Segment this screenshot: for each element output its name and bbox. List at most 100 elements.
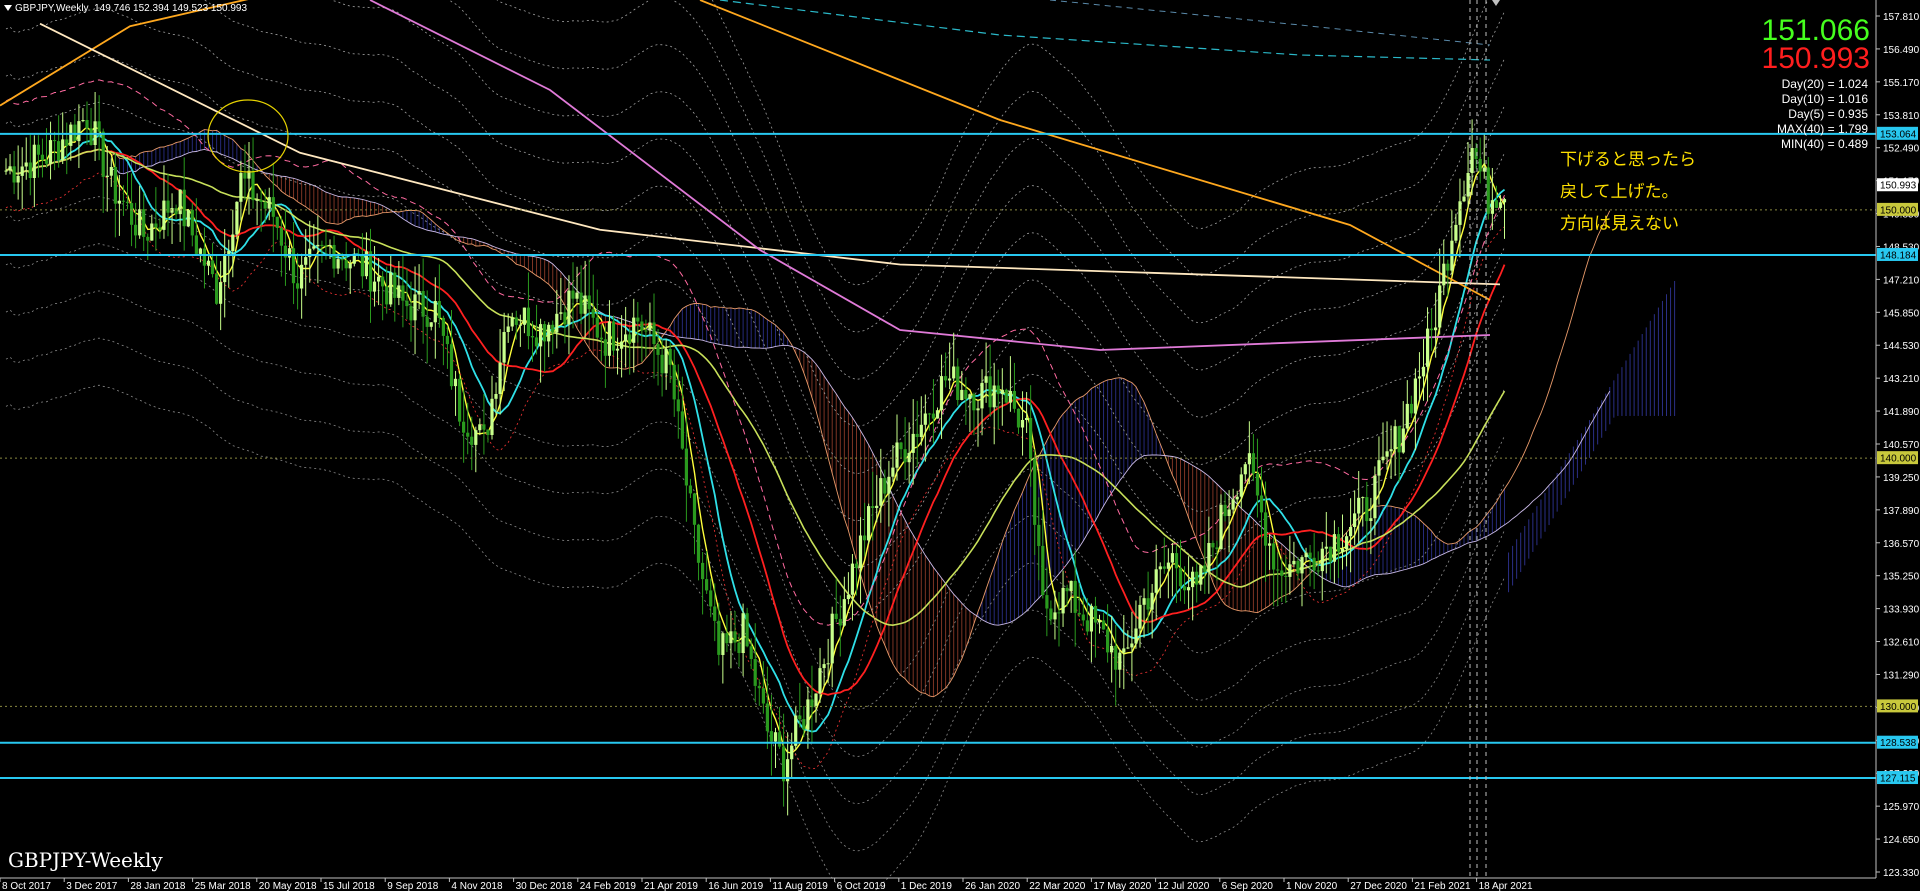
candle-body xyxy=(664,348,668,374)
candle-body xyxy=(798,715,802,720)
candle-body xyxy=(1442,263,1446,286)
candle-body xyxy=(28,162,32,178)
time-axis-label: 22 Mar 2020 xyxy=(1029,881,1086,891)
candle-body xyxy=(506,326,510,332)
candle-body xyxy=(1110,645,1114,653)
candle-body xyxy=(1142,598,1146,605)
candle-body xyxy=(575,292,579,299)
candle-body xyxy=(1401,428,1405,453)
candle-body xyxy=(134,224,138,236)
time-axis-label: 9 Sep 2018 xyxy=(387,881,439,891)
candle-body xyxy=(73,124,77,141)
candle-body xyxy=(97,121,101,132)
candle-body xyxy=(745,613,749,647)
time-axis-label: 24 Feb 2019 xyxy=(580,881,637,891)
candle-body xyxy=(834,613,838,619)
stat-max40: MAX(40) = 1.799 xyxy=(1776,122,1868,136)
candle-body xyxy=(846,594,850,600)
ma-26-dashed-line xyxy=(5,79,1505,626)
candle-body xyxy=(1207,543,1211,572)
candle-body xyxy=(40,154,44,161)
price-axis-label: 153.810 xyxy=(1883,111,1920,122)
time-axis-label: 12 Jul 2020 xyxy=(1158,881,1210,891)
note-line-2: 戻して上げた。 xyxy=(1560,182,1679,202)
candle-body xyxy=(1417,376,1422,379)
candle-body xyxy=(806,699,810,730)
candle-body xyxy=(992,385,996,408)
time-axis-label: 15 Jul 2018 xyxy=(323,881,375,891)
candle-body xyxy=(1195,571,1199,585)
candle-body xyxy=(223,254,227,283)
candle-body xyxy=(121,200,125,202)
candle-body xyxy=(522,307,526,325)
candle-body xyxy=(543,324,547,342)
candle-body xyxy=(1328,546,1332,562)
candle-body xyxy=(680,411,684,449)
candle-body xyxy=(814,693,818,708)
candle-body xyxy=(1345,536,1349,549)
candle-body xyxy=(1227,509,1231,516)
candle-body xyxy=(1025,418,1029,420)
candle-body xyxy=(1438,285,1442,328)
ma-blue-dashed-line xyxy=(1049,0,1491,46)
candle-body xyxy=(526,307,530,337)
candle-body xyxy=(1016,408,1021,428)
price-axis-label: 124.650 xyxy=(1883,835,1920,846)
candle-body xyxy=(1385,451,1389,457)
candle-body xyxy=(372,281,377,292)
candle-body xyxy=(235,201,239,235)
candle-body xyxy=(773,732,778,742)
candle-body xyxy=(170,208,174,213)
candle-body xyxy=(117,200,121,204)
price-axis-label: 157.810 xyxy=(1883,12,1920,23)
price-axis-label: 132.610 xyxy=(1883,638,1920,649)
candle-body xyxy=(757,685,761,689)
note-line-3: 方向は見えない xyxy=(1560,214,1679,234)
candle-body xyxy=(891,467,895,477)
candle-body xyxy=(988,376,992,408)
candle-body xyxy=(644,330,648,332)
candle-body xyxy=(1223,504,1227,517)
candle-body xyxy=(850,563,854,595)
candle-body xyxy=(895,442,899,468)
candle-body xyxy=(1000,389,1004,395)
candle-body xyxy=(1033,459,1037,525)
candle-body xyxy=(81,120,85,122)
candle-body xyxy=(737,642,741,653)
candle-body xyxy=(1292,560,1296,565)
ma-violet-line xyxy=(369,0,1491,351)
candle-body xyxy=(320,244,324,246)
candle-body xyxy=(291,248,296,284)
candle-body xyxy=(1102,620,1106,630)
candle-body xyxy=(429,322,433,327)
candle-body xyxy=(583,295,587,314)
chart-window[interactable]: 157.810156.490155.170153.810152.490151.1… xyxy=(0,0,1920,891)
candle-body xyxy=(721,633,725,655)
candle-body xyxy=(818,668,822,694)
candle-body xyxy=(838,618,842,626)
candle-body xyxy=(1389,449,1393,452)
candle-body xyxy=(923,413,927,425)
candle-body xyxy=(421,291,425,317)
candle-body xyxy=(251,170,255,201)
range-stats: Day(20) = 1.024 Day(10) = 1.016 Day(5) =… xyxy=(1777,77,1868,152)
candle-body xyxy=(599,337,603,340)
candle-body xyxy=(1296,560,1300,574)
candle-body xyxy=(632,317,636,343)
candle-body xyxy=(12,166,16,183)
candle-body xyxy=(316,244,320,247)
candle-body xyxy=(397,285,401,298)
candle-body xyxy=(1012,391,1016,409)
candle-body xyxy=(927,413,931,415)
chart-canvas[interactable]: 157.810156.490155.170153.810152.490151.1… xyxy=(0,0,1920,891)
candle-body xyxy=(1178,568,1183,587)
candle-body xyxy=(239,172,243,202)
candle-body xyxy=(1353,513,1357,527)
candle-body xyxy=(125,201,130,204)
candle-body xyxy=(1158,566,1162,570)
candle-body xyxy=(765,703,769,732)
candle-body xyxy=(405,300,409,307)
candle-body xyxy=(433,301,437,323)
candle-body xyxy=(8,166,12,171)
time-axis-label: 4 Nov 2018 xyxy=(451,881,503,891)
